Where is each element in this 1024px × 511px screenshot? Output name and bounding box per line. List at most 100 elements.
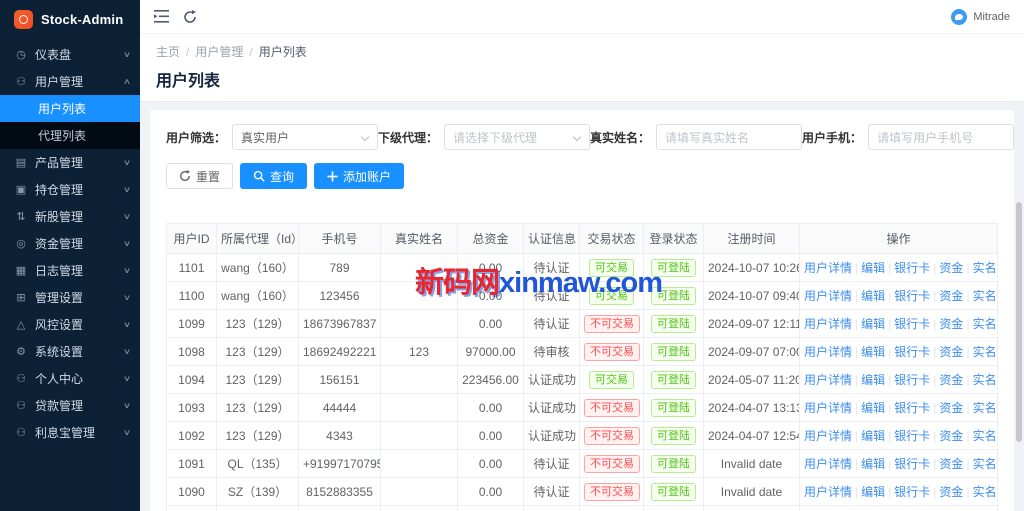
action-edit-link[interactable]: 编辑 [861, 317, 885, 331]
menu-fold-icon[interactable] [154, 10, 169, 23]
action-edit-link[interactable]: 编辑 [861, 457, 885, 471]
action-funds-link[interactable]: 资金 [939, 429, 963, 443]
action-edit-link[interactable]: 编辑 [861, 401, 885, 415]
sidebar-item-log-mgmt[interactable]: ▦日志管理∨ [0, 257, 140, 284]
action-user-detail-link[interactable]: 用户详情 [804, 401, 852, 415]
sidebar-item-profile-center[interactable]: ⚇个人中心∨ [0, 365, 140, 392]
user-menu[interactable]: Mitrade [951, 9, 1010, 25]
action-funds-link[interactable]: 资金 [939, 373, 963, 387]
cell-actions: 用户详情|编辑|银行卡|资金|实名审核|删除 [800, 310, 998, 338]
sidebar-item-product-mgmt[interactable]: ▤产品管理∨ [0, 149, 140, 176]
action-bank-card-link[interactable]: 银行卡 [894, 401, 930, 415]
profile-icon: ⚇ [14, 372, 28, 385]
table-row: 1089QL（135）7561079465Nidhal Sameer210000… [167, 506, 998, 511]
sidebar-item-admin-settings[interactable]: ⊞管理设置∨ [0, 284, 140, 311]
action-bank-card-link[interactable]: 银行卡 [894, 289, 930, 303]
sidebar-item-loan-mgmt[interactable]: ⚇贷款管理∨ [0, 392, 140, 419]
action-edit-link[interactable]: 编辑 [861, 345, 885, 359]
user-filter-select[interactable]: 真实用户 [232, 124, 378, 150]
action-bank-card-link[interactable]: 银行卡 [894, 261, 930, 275]
action-edit-link[interactable]: 编辑 [861, 289, 885, 303]
action-funds-link[interactable]: 资金 [939, 317, 963, 331]
action-edit-link[interactable]: 编辑 [861, 261, 885, 275]
sub-agent-select[interactable]: 请选择下级代理 [444, 124, 590, 150]
table-row: 1101wang（160）7890.00待认证可交易可登陆2024-10-07 … [167, 254, 998, 282]
action-edit-link[interactable]: 编辑 [861, 373, 885, 387]
risk-icon: △ [14, 318, 28, 331]
action-edit-link[interactable]: 编辑 [861, 485, 885, 499]
action-bank-card-link[interactable]: 银行卡 [894, 345, 930, 359]
chevron-down-icon: ∨ [123, 293, 131, 302]
cell-total-funds: 0.00 [458, 282, 524, 310]
action-user-detail-link[interactable]: 用户详情 [804, 317, 852, 331]
sidebar-item-system-settings[interactable]: ⚙系统设置∨ [0, 338, 140, 365]
cell-real-name: Nidhal Sameer [381, 506, 458, 511]
action-edit-link[interactable]: 编辑 [861, 429, 885, 443]
action-kyc-audit-link[interactable]: 实名审核 [973, 345, 998, 359]
positions-icon: ▣ [14, 183, 28, 196]
action-bank-card-link[interactable]: 银行卡 [894, 429, 930, 443]
action-kyc-audit-link[interactable]: 实名审核 [973, 373, 998, 387]
cell-trade-status: 可交易 [580, 282, 644, 310]
user-phone-input[interactable]: 请填写用户手机号 [868, 124, 1014, 150]
cell-total-funds: 0.00 [458, 394, 524, 422]
action-kyc-audit-link[interactable]: 实名审核 [973, 429, 998, 443]
breadcrumb-item[interactable]: 用户管理 [195, 45, 243, 59]
action-user-detail-link[interactable]: 用户详情 [804, 289, 852, 303]
refresh-icon[interactable] [183, 10, 197, 24]
action-funds-link[interactable]: 资金 [939, 457, 963, 471]
action-funds-link[interactable]: 资金 [939, 289, 963, 303]
action-bank-card-link[interactable]: 银行卡 [894, 457, 930, 471]
action-funds-link[interactable]: 资金 [939, 261, 963, 275]
cell-real-name [381, 310, 458, 338]
scrollbar-thumb[interactable] [1016, 202, 1022, 442]
add-account-button[interactable]: 添加账户 [314, 163, 404, 189]
sidebar-item-position-mgmt[interactable]: ▣持仓管理∨ [0, 176, 140, 203]
column-header: 真实姓名 [381, 224, 458, 254]
sidebar-subitem-agent-list[interactable]: 代理列表 [0, 122, 140, 149]
action-kyc-audit-link[interactable]: 实名审核 [973, 401, 998, 415]
action-user-detail-link[interactable]: 用户详情 [804, 345, 852, 359]
action-user-detail-link[interactable]: 用户详情 [804, 457, 852, 471]
action-kyc-audit-link[interactable]: 实名审核 [973, 457, 998, 471]
reset-button[interactable]: 重置 [166, 163, 233, 189]
action-bank-card-link[interactable]: 银行卡 [894, 485, 930, 499]
cell-agent: 123（129） [217, 422, 299, 450]
action-user-detail-link[interactable]: 用户详情 [804, 373, 852, 387]
trade-status-badge: 不可交易 [584, 455, 640, 473]
query-button[interactable]: 查询 [240, 163, 307, 189]
sidebar-item-fund-mgmt[interactable]: ◎资金管理∨ [0, 230, 140, 257]
cell-phone: 789 [299, 254, 381, 282]
action-user-detail-link[interactable]: 用户详情 [804, 261, 852, 275]
real-name-input[interactable]: 请填写真实姓名 [656, 124, 802, 150]
cell-real-name [381, 282, 458, 310]
reset-icon [179, 170, 191, 182]
action-kyc-audit-link[interactable]: 实名审核 [973, 485, 998, 499]
action-bank-card-link[interactable]: 银行卡 [894, 373, 930, 387]
action-funds-link[interactable]: 资金 [939, 401, 963, 415]
action-kyc-audit-link[interactable]: 实名审核 [973, 261, 998, 275]
cell-auth-info: 待认证 [524, 478, 580, 506]
sidebar-subitem-user-list[interactable]: 用户列表 [0, 95, 140, 122]
action-funds-link[interactable]: 资金 [939, 345, 963, 359]
action-user-detail-link[interactable]: 用户详情 [804, 429, 852, 443]
sidebar-item-risk-settings[interactable]: △风控设置∨ [0, 311, 140, 338]
cell-trade-status: 可交易 [580, 254, 644, 282]
cell-user-id: 1101 [167, 254, 217, 282]
dashboard-icon: ◷ [14, 48, 28, 61]
action-kyc-audit-link[interactable]: 实名审核 [973, 317, 998, 331]
sidebar-item-newstock-mgmt[interactable]: ⇅新股管理∨ [0, 203, 140, 230]
action-funds-link[interactable]: 资金 [939, 485, 963, 499]
sidebar-item-dashboard[interactable]: ◷仪表盘∨ [0, 41, 140, 68]
action-bank-card-link[interactable]: 银行卡 [894, 317, 930, 331]
search-icon [253, 170, 265, 182]
products-icon: ▤ [14, 156, 28, 169]
sidebar-item-user-mgmt[interactable]: ⚇用户管理∧ [0, 68, 140, 95]
sidebar-item-interest-mgmt[interactable]: ⚇利息宝管理∨ [0, 419, 140, 446]
app-title: Stock-Admin [41, 12, 123, 27]
action-user-detail-link[interactable]: 用户详情 [804, 485, 852, 499]
action-kyc-audit-link[interactable]: 实名审核 [973, 289, 998, 303]
cell-real-name [381, 478, 458, 506]
breadcrumb-item[interactable]: 主页 [156, 45, 180, 59]
trade-status-badge: 不可交易 [584, 399, 640, 417]
